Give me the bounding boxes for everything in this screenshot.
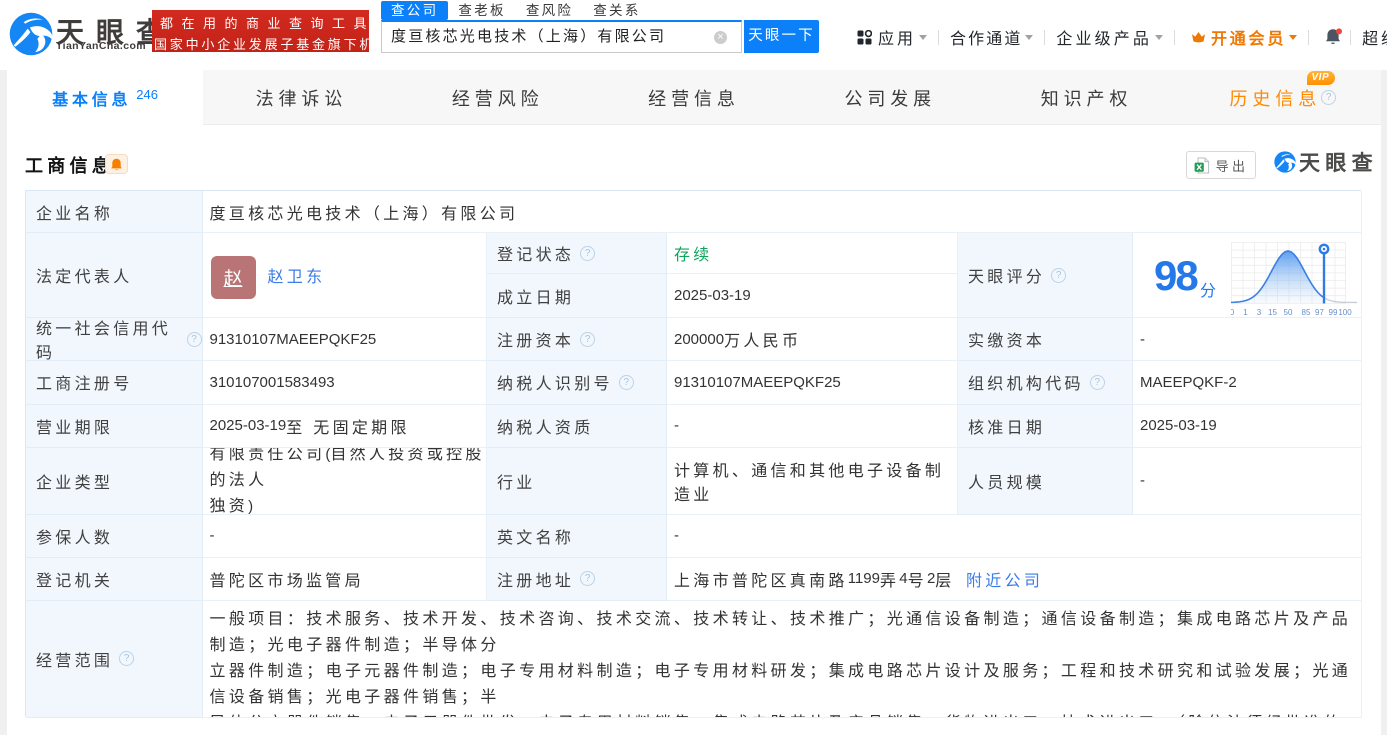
svg-text:0: 0 — [1231, 308, 1235, 317]
svg-text:85: 85 — [1302, 308, 1311, 317]
svg-text:3: 3 — [1257, 308, 1262, 317]
svg-text:15: 15 — [1268, 308, 1277, 317]
svg-text:97: 97 — [1315, 308, 1324, 317]
svg-text:1: 1 — [1243, 308, 1248, 317]
svg-text:99: 99 — [1329, 308, 1338, 317]
svg-text:50: 50 — [1284, 308, 1293, 317]
svg-text:100: 100 — [1338, 308, 1352, 317]
